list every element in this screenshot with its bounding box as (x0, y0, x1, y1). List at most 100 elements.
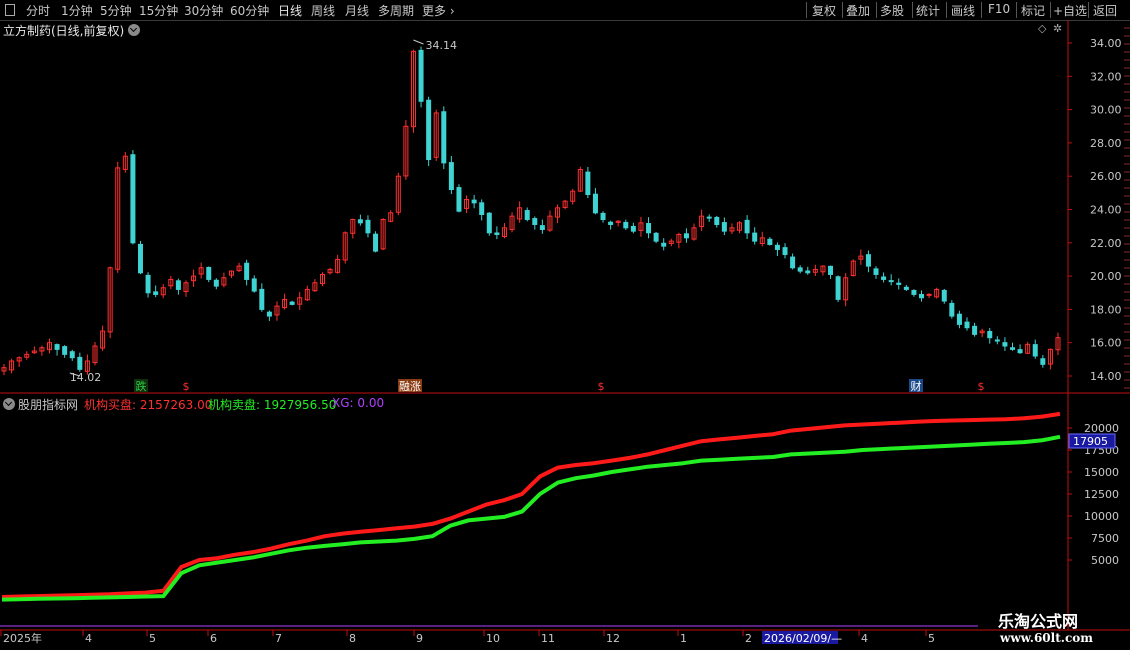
indicator-tick-label: 15000 (1084, 466, 1119, 479)
candle-body (600, 212, 606, 220)
candle-body (426, 99, 432, 161)
time-label: 8 (349, 632, 356, 645)
candle-body (62, 346, 68, 355)
event-marker[interactable]: 跌 (136, 379, 147, 393)
time-label: 4 (85, 632, 92, 645)
candle-body (1010, 347, 1016, 350)
indicator-tick-label: 5000 (1091, 554, 1119, 567)
candle-body (266, 311, 272, 317)
candle-body (865, 254, 871, 267)
candle-body (524, 210, 530, 220)
indicator-name[interactable]: 股朋指标网 (18, 396, 78, 413)
candle-body (653, 232, 659, 242)
candle-body (994, 339, 1000, 342)
time-label: 12 (606, 632, 620, 645)
current-value-label: 17905 (1073, 435, 1108, 448)
cursor-date-label: 2026/02/09/— (764, 632, 842, 645)
candle-body (1032, 344, 1038, 357)
stock-chart[interactable]: 34.00 32.00 30.00 28.00 26.00 24.00 22.00 20.00… (0, 0, 1130, 650)
candle-body (790, 256, 796, 269)
candle-body (175, 280, 181, 290)
event-marker[interactable]: 财 (911, 379, 922, 393)
gear-icon[interactable]: ✲ (1053, 22, 1062, 35)
xg-value-label: XG: 0.00 (332, 396, 385, 410)
candle-body (782, 247, 788, 255)
candle-body (418, 49, 424, 102)
indicator-tick-label: 7500 (1091, 532, 1119, 545)
candle-body (721, 222, 727, 232)
candle-body (130, 154, 136, 244)
candle-body (532, 218, 538, 225)
price-tick-label: 16.00 (1090, 337, 1122, 350)
event-marker[interactable]: 融涨 (399, 380, 421, 393)
high-marker (413, 39, 424, 45)
candle-body (289, 301, 295, 305)
indicator-tick-label: 10000 (1084, 510, 1119, 523)
candle-body (1017, 349, 1023, 354)
chevron-down-icon[interactable] (3, 398, 15, 410)
diamond-icon[interactable]: ◇ (1038, 22, 1046, 35)
candle-body (608, 221, 614, 225)
sell-line (1, 434, 1061, 602)
candle-body (373, 233, 379, 252)
candle-body (881, 276, 887, 280)
candle-body (251, 278, 257, 292)
price-tick-label: 20.00 (1090, 270, 1122, 283)
watermark-url: www.60lt.com (1000, 631, 1093, 645)
candle-body (206, 266, 212, 280)
time-label: 10 (486, 632, 500, 645)
candle-body (441, 111, 447, 164)
time-label: 6 (210, 632, 217, 645)
candle-body (888, 280, 894, 283)
candle-body (54, 344, 60, 350)
price-tick-label: 26.00 (1090, 170, 1122, 183)
candle-body (259, 288, 265, 310)
candle-body (486, 212, 492, 234)
watermark-title: 乐淘公式网 (998, 612, 1079, 631)
candle-body (592, 193, 598, 214)
time-label: 2 (745, 632, 752, 645)
candle-body (949, 302, 955, 317)
event-marker[interactable]: $ (978, 380, 985, 393)
stock-title[interactable]: 立方制药(日线,前复权) (3, 22, 124, 39)
candle-body (630, 225, 636, 232)
candle-body (69, 351, 75, 359)
low-price-label: 14.02 (70, 371, 102, 384)
event-marker[interactable]: $ (183, 380, 190, 393)
indicator-tick-label: 12500 (1084, 488, 1119, 501)
time-label: 2025年 (3, 631, 42, 645)
price-tick-label: 30.00 (1090, 104, 1122, 117)
candle-body (365, 219, 371, 234)
candle-body (683, 233, 689, 239)
candle-body (774, 244, 780, 250)
candle-body (153, 291, 159, 295)
price-tick-label: 24.00 (1090, 204, 1122, 217)
candle-body (479, 202, 485, 215)
high-price-label: 34.14 (425, 39, 457, 52)
candle-body (448, 162, 454, 191)
time-label: 9 (416, 632, 423, 645)
candle-body (646, 223, 652, 234)
candle-body (911, 289, 917, 295)
candle-body (956, 313, 962, 325)
candle-body (357, 219, 363, 224)
price-tick-label: 18.00 (1090, 303, 1122, 316)
candle-body (145, 274, 151, 294)
candle-body (714, 216, 720, 225)
price-tick-label: 32.00 (1090, 70, 1122, 83)
candle-body (805, 270, 811, 274)
time-label: 1 (680, 632, 687, 645)
chevron-down-icon[interactable] (128, 24, 140, 36)
candle-body (972, 325, 978, 335)
candle-body (585, 171, 591, 196)
event-marker[interactable]: $ (598, 380, 605, 393)
candle-body (1040, 358, 1046, 365)
time-label: 5 (928, 632, 935, 645)
candle-body (137, 243, 143, 274)
candle-body (623, 221, 629, 229)
candle-body (964, 321, 970, 329)
candle-body (919, 293, 925, 299)
candle-body (926, 293, 932, 296)
sell-value-label: 机构卖盘: 1927956.50 (208, 398, 337, 412)
candle-body (828, 265, 834, 275)
